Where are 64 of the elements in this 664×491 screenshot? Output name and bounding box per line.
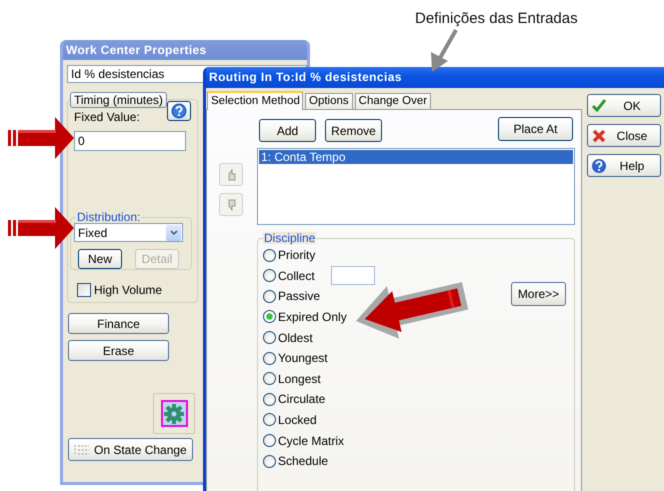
- radio-label: Locked: [278, 412, 317, 427]
- checkmark-icon: [591, 98, 607, 114]
- close-icon: [591, 128, 607, 144]
- radio-button[interactable]: [263, 310, 276, 324]
- button[interactable]: OK: [587, 94, 661, 117]
- pointer-arrow: [431, 29, 458, 72]
- button[interactable]: Remove: [325, 119, 382, 142]
- radio-label: Circulate: [278, 392, 326, 406]
- radio-button[interactable]: [263, 352, 276, 365]
- field-label: Fixed Value:: [74, 111, 140, 124]
- gear-icon: [163, 402, 185, 424]
- radio-label: Passive: [278, 289, 320, 304]
- pointer-arrow: [8, 117, 74, 159]
- gear-button[interactable]: [160, 400, 188, 427]
- button[interactable]: Close: [587, 124, 661, 147]
- radio-label: Expired Only: [278, 310, 347, 324]
- button: Detail: [135, 249, 179, 269]
- window-title: Work Center Properties: [63, 40, 307, 60]
- dotted-grid-icon: [74, 444, 90, 456]
- button[interactable]: Help: [587, 154, 661, 177]
- group-label: Distribution:: [76, 211, 142, 223]
- checkbox[interactable]: [77, 283, 91, 297]
- place-at-button[interactable]: Place At: [498, 117, 573, 141]
- button[interactable]: Erase: [68, 340, 169, 361]
- help-icon: [170, 103, 187, 119]
- units-button[interactable]: Timing (minutes): [70, 92, 167, 108]
- radio-button[interactable]: [263, 290, 276, 303]
- radio-label: Collect: [278, 268, 315, 283]
- radio-button[interactable]: [263, 413, 276, 426]
- move-up-button[interactable]: [219, 163, 243, 186]
- button[interactable]: New: [78, 249, 122, 269]
- radio-button[interactable]: [263, 392, 276, 406]
- radio-button[interactable]: [263, 248, 276, 262]
- radio-button[interactable]: [263, 269, 276, 282]
- radio-button[interactable]: [263, 434, 276, 448]
- dropdown-value: Fixed: [78, 226, 108, 240]
- radio-label: Priority: [278, 248, 316, 262]
- radio-label: Schedule: [278, 454, 328, 468]
- radio-label: Cycle Matrix: [278, 434, 344, 448]
- radio-label: Youngest: [278, 351, 328, 366]
- radio-button[interactable]: [263, 454, 276, 468]
- dropdown[interactable]: Fixed: [74, 223, 183, 242]
- input-field[interactable]: 0: [74, 131, 186, 151]
- input-field[interactable]: [331, 266, 375, 286]
- move-down-button[interactable]: [219, 193, 243, 216]
- tab[interactable]: Change Over: [354, 93, 432, 109]
- tab[interactable]: Selection Method: [207, 91, 303, 110]
- checkbox-label: High Volume: [94, 283, 162, 297]
- pointer-arrow: [8, 207, 74, 249]
- radio-label: Oldest: [278, 330, 313, 345]
- list-item[interactable]: 1: Conta Tempo: [259, 150, 573, 164]
- help-icon: [591, 158, 607, 174]
- dialog-title: Routing In To:Id % desistencias: [206, 67, 664, 88]
- radio-label: Longest: [278, 372, 321, 386]
- button[interactable]: Finance: [68, 313, 169, 334]
- tab[interactable]: Options: [305, 93, 353, 109]
- more-button[interactable]: More>>: [511, 282, 566, 306]
- help-button[interactable]: [166, 101, 191, 121]
- caption: Definições das Entradas: [415, 10, 578, 27]
- group-label: Discipline: [263, 232, 316, 244]
- radio-button[interactable]: [263, 331, 276, 344]
- button[interactable]: On State Change: [68, 438, 193, 461]
- button[interactable]: Add: [259, 119, 316, 142]
- radio-button[interactable]: [263, 372, 276, 386]
